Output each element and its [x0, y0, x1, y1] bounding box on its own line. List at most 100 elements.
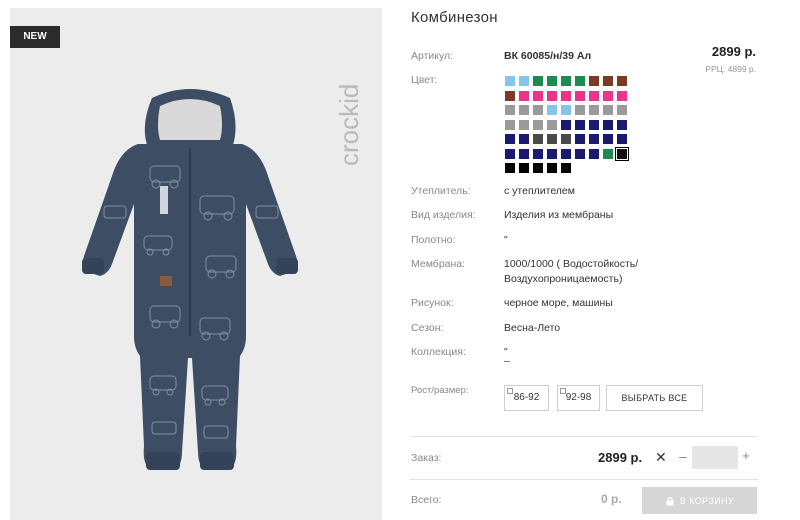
color-swatch[interactable]: [533, 119, 543, 130]
remove-icon[interactable]: ✕: [655, 449, 667, 466]
season-label: Сезон:: [411, 322, 444, 334]
color-label: Цвет:: [411, 74, 438, 86]
swatch-row: [505, 134, 645, 149]
order-price: 2899 р.: [598, 450, 643, 465]
size-label: Рост/размер:: [411, 385, 469, 396]
color-swatch[interactable]: [519, 163, 529, 173]
color-swatch[interactable]: [533, 148, 543, 159]
color-swatch[interactable]: [589, 119, 599, 130]
color-swatch[interactable]: [575, 119, 585, 130]
swatch-row: [505, 76, 645, 91]
lock-icon: [666, 496, 674, 505]
color-swatch[interactable]: [561, 134, 571, 144]
size-option-92-98[interactable]: 92-98: [557, 385, 600, 411]
color-swatch[interactable]: [603, 119, 613, 130]
insulation-value: с утеплителем: [504, 185, 575, 197]
swatch-row: [505, 90, 645, 106]
pattern-value: черное море, машины: [504, 297, 613, 309]
color-swatch[interactable]: [589, 148, 599, 159]
insulation-label: Утеплитель:: [411, 185, 471, 197]
color-swatch[interactable]: [575, 90, 585, 101]
color-swatch[interactable]: [617, 90, 627, 101]
swatch-row: [505, 105, 645, 120]
checkbox-icon: [560, 388, 566, 394]
color-swatch[interactable]: [575, 76, 585, 86]
color-swatch[interactable]: [561, 119, 571, 130]
membrane-label: Мембрана:: [411, 258, 466, 270]
color-swatch[interactable]: [589, 90, 599, 101]
color-swatch[interactable]: [547, 134, 557, 144]
color-swatch[interactable]: [561, 76, 571, 86]
color-swatch[interactable]: [589, 105, 599, 115]
color-swatch[interactable]: [519, 119, 529, 130]
color-swatch[interactable]: [533, 134, 543, 144]
swatch-row: [505, 146, 645, 164]
color-swatch[interactable]: [505, 76, 515, 86]
color-swatch[interactable]: [533, 90, 543, 101]
product-image-panel[interactable]: NEW crockid: [10, 8, 382, 520]
color-swatch[interactable]: [547, 90, 557, 101]
collection-label: Коллекция:: [411, 346, 466, 358]
color-swatch[interactable]: [505, 90, 515, 101]
color-swatch[interactable]: [547, 163, 557, 173]
quantity-input[interactable]: [692, 446, 738, 469]
color-swatch[interactable]: [547, 119, 557, 130]
color-swatch[interactable]: [603, 105, 613, 115]
color-swatch[interactable]: [505, 148, 515, 159]
size-option-label: 92-98: [565, 392, 592, 403]
color-swatch[interactable]: [561, 148, 571, 159]
select-all-button[interactable]: ВЫБРАТЬ ВСЕ: [606, 385, 703, 411]
color-swatch[interactable]: [519, 148, 529, 159]
checkbox-icon: [507, 388, 513, 394]
product-photo[interactable]: [60, 86, 320, 486]
color-swatch[interactable]: [533, 105, 543, 115]
color-swatch[interactable]: [505, 134, 515, 144]
add-to-cart-button[interactable]: В КОРЗИНУ: [642, 487, 757, 514]
color-swatch[interactable]: [617, 76, 627, 86]
fabric-value: ": [504, 234, 508, 246]
color-swatch[interactable]: [561, 90, 571, 101]
color-swatch[interactable]: [617, 105, 627, 115]
quantity-increase-button[interactable]: +: [739, 448, 753, 463]
color-swatch[interactable]: [589, 76, 599, 86]
color-swatch[interactable]: [617, 119, 627, 130]
size-option-86-92[interactable]: 86-92: [504, 385, 549, 411]
color-swatch[interactable]: [533, 163, 543, 173]
pattern-label: Рисунок:: [411, 297, 454, 309]
color-swatch[interactable]: [589, 134, 599, 144]
color-swatch-grid: [505, 76, 645, 178]
color-swatch[interactable]: [519, 134, 529, 144]
color-swatch[interactable]: [547, 76, 557, 86]
color-swatch[interactable]: [505, 163, 515, 173]
color-swatch[interactable]: [575, 134, 585, 144]
color-swatch[interactable]: [603, 76, 613, 86]
color-swatch[interactable]: [547, 148, 557, 159]
color-swatch[interactable]: [603, 148, 613, 159]
color-swatch[interactable]: [617, 134, 627, 144]
color-swatch[interactable]: [547, 105, 557, 115]
color-swatch[interactable]: [561, 105, 571, 115]
brand-logo-text: crockid: [334, 84, 364, 166]
color-swatch[interactable]: [533, 76, 543, 86]
product-type-value: Изделия из мембраны: [504, 209, 614, 221]
collection-value-line2: –: [504, 355, 510, 367]
color-swatch[interactable]: [575, 105, 585, 115]
color-swatch[interactable]: [603, 90, 613, 101]
color-swatch[interactable]: [519, 76, 529, 86]
brand-logo: crockid: [334, 84, 364, 166]
color-swatch[interactable]: [603, 134, 613, 144]
product-price: 2899 р.: [711, 44, 756, 59]
color-swatch[interactable]: [519, 90, 529, 101]
color-swatch[interactable]: [505, 119, 515, 130]
color-swatch[interactable]: [615, 146, 629, 161]
quantity-decrease-button[interactable]: –: [676, 448, 690, 464]
swatch-row: [505, 119, 645, 135]
color-swatch[interactable]: [575, 148, 585, 159]
fabric-label: Полотно:: [411, 234, 456, 246]
color-swatch[interactable]: [519, 105, 529, 115]
membrane-value-line2: Воздухопроницаемость): [504, 273, 623, 285]
color-swatch[interactable]: [505, 105, 515, 115]
swatch-row: [505, 163, 645, 178]
order-label: Заказ:: [411, 452, 442, 464]
color-swatch[interactable]: [561, 163, 571, 173]
